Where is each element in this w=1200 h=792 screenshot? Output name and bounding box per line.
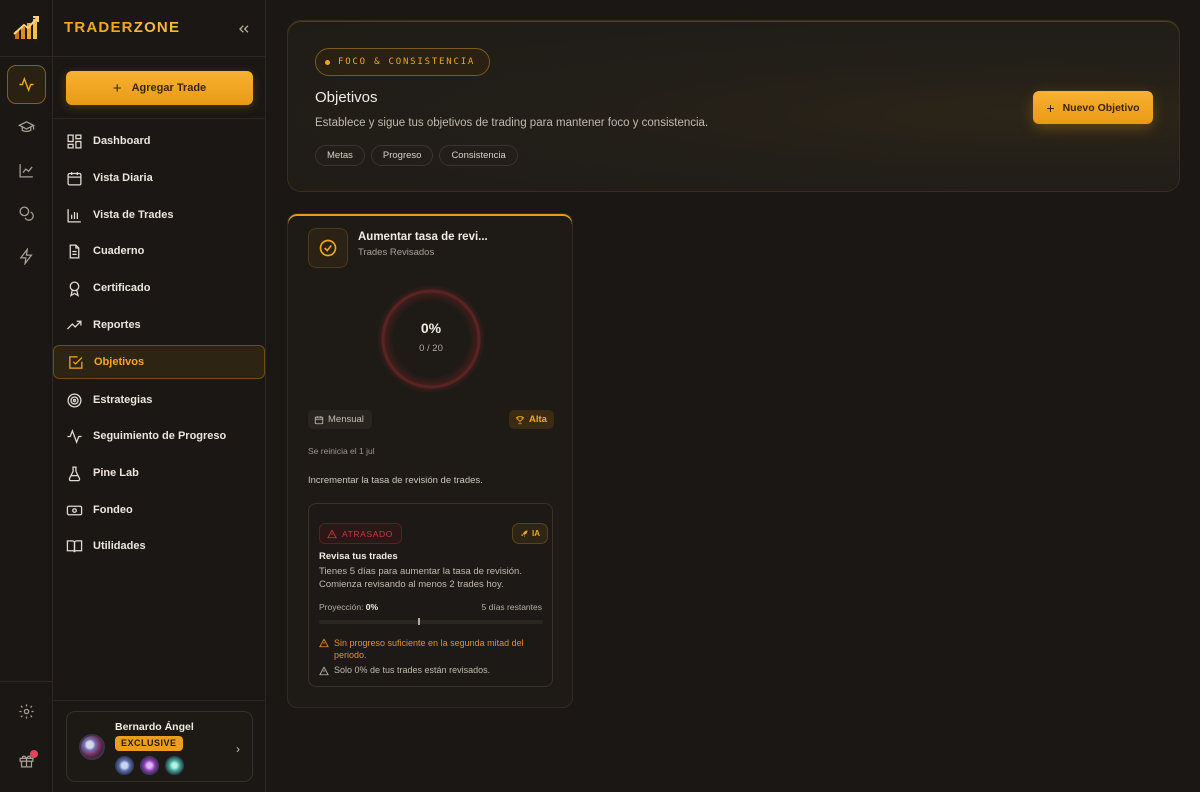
header-tags: Metas Progreso Consistencia [315,145,518,166]
warning-progress: Sin progreso suficiente en la segunda mi… [319,637,544,661]
add-trade-button[interactable]: + Agregar Trade [66,71,253,105]
days-remaining: 5 días restantes [481,602,542,612]
nav-item-cuaderno[interactable]: Cuaderno [53,234,265,268]
section-pill: FOCO & CONSISTENCIA [315,48,491,76]
nav-item-estrategias[interactable]: Estrategias [53,383,265,417]
rail-chart-button[interactable] [7,151,46,190]
calendar-icon [314,415,324,424]
brand-logo[interactable]: TRADERZONE [64,19,180,36]
gift-button[interactable] [7,741,46,780]
book-icon [66,539,83,552]
progress-ring [377,285,485,393]
nav-item-dashboard[interactable]: Dashboard [53,124,265,158]
membership-badge: EXCLUSIVE [115,736,183,751]
logo-icon[interactable] [12,14,40,42]
ai-badge[interactable]: IA [512,523,548,544]
settings-icon [19,704,34,719]
nav-item-certificado[interactable]: Certificado [53,271,265,305]
notebook-icon [69,243,80,259]
flask-icon [68,465,81,481]
tag-consistencia: Consistencia [439,145,518,166]
trending-up-icon [66,320,82,329]
plus-icon: + [1046,99,1055,116]
projection-marker [418,618,420,625]
ai-insight-panel: ATRASADO IA Revisa tus trades Tienes 5 d… [308,503,553,687]
page-header: FOCO & CONSISTENCIA Objetivos Establece … [287,20,1180,192]
user-profile-card[interactable]: Bernardo Ángel EXCLUSIVE › [66,711,253,782]
trophy-icon [516,415,524,424]
goal-card[interactable]: Aumentar tasa de revi... Trades Revisado… [287,213,573,708]
alert-triangle-icon [319,666,329,676]
goal-title: Aumentar tasa de revi... [358,231,488,243]
progress-percent: 0% [420,320,442,336]
award-icon [69,280,80,297]
calendar-icon [67,171,82,186]
checkbox-icon [69,355,83,369]
goal-metric: Trades Revisados [358,247,435,258]
progress-count: 0 / 20 [419,343,443,354]
notification-dot [30,750,38,758]
achievement-badge-icon [115,756,134,775]
rail-zap-button[interactable] [7,237,46,276]
collapse-sidebar-button[interactable] [236,21,252,37]
nav-item-reportes[interactable]: Reportes [53,308,265,342]
rail-activity-button[interactable] [7,65,46,104]
tag-progreso: Progreso [370,145,434,166]
alert-triangle-icon [319,638,329,648]
settings-button[interactable] [7,692,46,731]
insight-title: Revisa tus trades [319,551,398,562]
rail-coins-button[interactable] [7,194,46,233]
chevrons-left-icon [239,25,249,33]
achievement-badge-icon [140,756,159,775]
target-icon [67,392,82,408]
banknote-icon [66,505,83,515]
zap-icon [19,248,33,265]
nav-item-pine-lab[interactable]: Pine Lab [53,456,265,490]
coins-icon [19,206,34,221]
graduation-cap-icon [18,121,35,133]
nav-item-objetivos[interactable]: Objetivos [53,345,265,379]
bar-chart-icon [67,208,81,223]
reset-date: Se reinicia el 1 jul [308,446,375,456]
page-title: Objetivos [315,89,378,106]
nav-item-vista-de-trades[interactable]: Vista de Trades [53,198,265,232]
activity-icon [67,428,82,444]
tag-metas: Metas [315,145,365,166]
nav-item-fondeo[interactable]: Fondeo [53,493,265,527]
period-chip: Mensual [308,410,372,429]
achievement-badges [115,756,184,775]
user-name: Bernardo Ángel [115,721,194,733]
nav-item-vista-diaria[interactable]: Vista Diaria [53,161,265,195]
achievement-badge-icon [165,756,184,775]
insight-body: Tienes 5 días para aumentar la tasa de r… [319,566,522,590]
avatar [79,734,105,760]
rocket-icon [521,530,528,537]
alert-triangle-icon [327,528,337,538]
sidebar: TRADERZONE + Agregar Trade Dashboard Vis… [53,0,266,792]
projection-label: Proyección: 0% [319,602,379,612]
goal-description: Incrementar la tasa de revisión de trade… [308,475,483,486]
plus-icon: + [112,79,122,97]
status-badge: ATRASADO [319,523,402,544]
check-circle-icon [308,228,348,268]
icon-rail [0,0,53,792]
projection-bar [319,620,543,624]
chevron-right-icon: › [236,742,240,756]
dot-icon [325,60,330,65]
nav-item-utilidades[interactable]: Utilidades [53,529,265,563]
page-subtitle: Establece y sigue tus objetivos de tradi… [315,117,709,129]
new-goal-button[interactable]: + Nuevo Objetivo [1033,91,1153,124]
activity-icon [19,76,34,93]
line-chart-icon [19,164,33,178]
warning-reviewed: Solo 0% de tus trades están revisados. [319,665,544,676]
nav-item-seguimiento[interactable]: Seguimiento de Progreso [53,419,265,453]
rail-academy-button[interactable] [7,108,46,147]
dashboard-icon [67,133,82,149]
priority-chip: Alta [509,410,554,429]
